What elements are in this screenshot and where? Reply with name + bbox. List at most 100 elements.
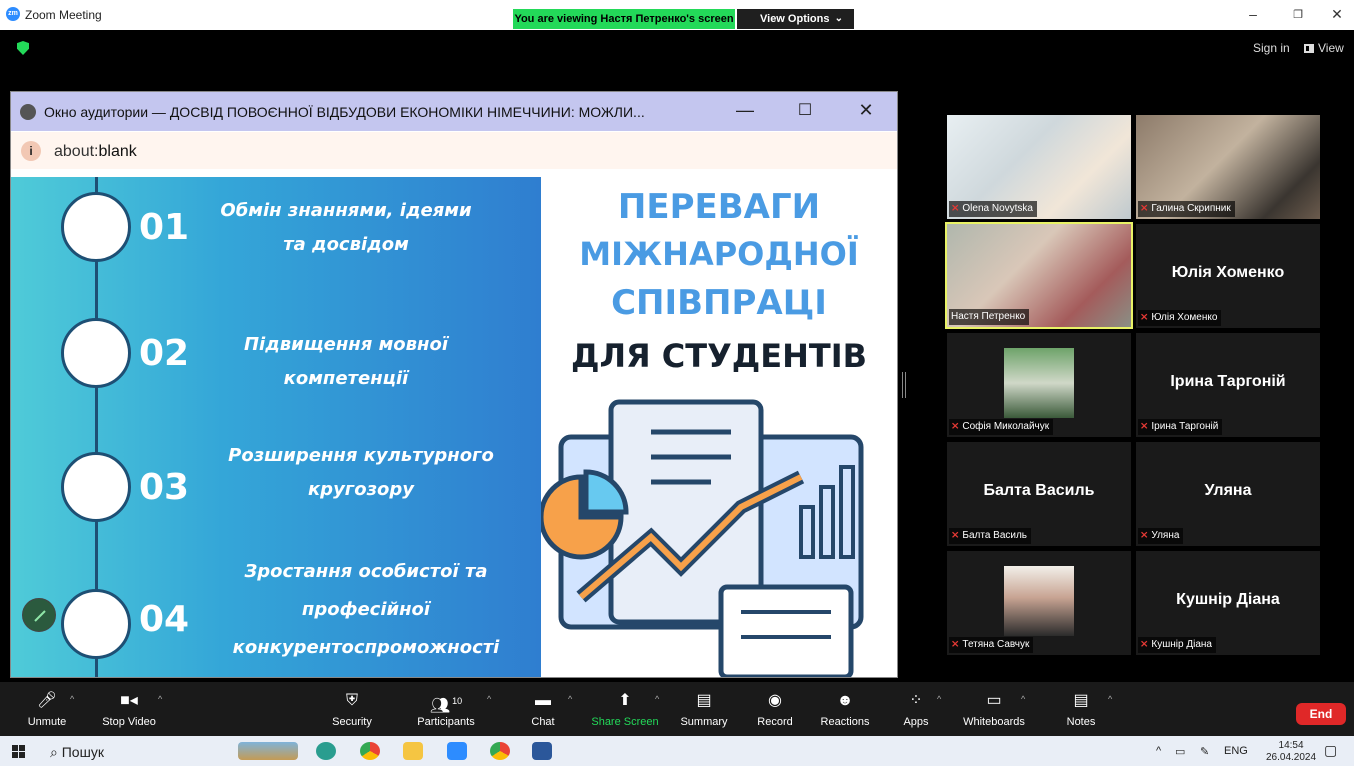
item-line: Підвищення мовної <box>243 334 449 355</box>
search-label: Пошук <box>61 744 104 760</box>
encryption-shield-icon[interactable] <box>17 41 29 55</box>
chevron-up-icon[interactable]: ^ <box>1021 694 1025 704</box>
muted-mic-icon: ⨯ <box>1140 312 1149 323</box>
edge-browser-icon[interactable] <box>316 742 336 760</box>
stop-video-label: Stop Video <box>102 716 156 728</box>
participant-avatar-photo <box>1004 566 1074 636</box>
participant-name-large: Юлія Хоменко <box>1171 264 1285 281</box>
chevron-up-icon[interactable]: ^ <box>568 694 572 704</box>
taskbar-search[interactable]: ⌕ Пошук <box>50 744 104 761</box>
restore-icon[interactable]: ❐ <box>1288 8 1308 21</box>
pen-tray-icon[interactable]: ✎ <box>1200 745 1209 758</box>
participant-name: Настя Петренко <box>951 311 1026 322</box>
unmute-button[interactable]: 🎤︎ Unmute <box>22 682 72 736</box>
share-screen-button[interactable]: ⬆ Share Screen <box>591 682 659 736</box>
whiteboards-button[interactable]: ▭ Whiteboards <box>960 682 1028 736</box>
unmute-label: Unmute <box>27 716 67 728</box>
chevron-up-icon[interactable]: ^ <box>487 694 491 704</box>
record-button[interactable]: ◉ Record <box>755 682 795 736</box>
shared-close-icon: ✕ <box>858 100 874 120</box>
chevron-up-icon[interactable]: ^ <box>937 694 941 704</box>
muted-mic-icon: ⨯ <box>951 639 960 650</box>
participant-name: Тетяна Савчук <box>962 639 1030 650</box>
participant-name: Ірина Таргоній <box>1151 421 1219 432</box>
participant-label: ⨯ Уляна <box>1138 528 1184 544</box>
notes-button[interactable]: ▤ Notes <box>1064 682 1098 736</box>
muted-mic-icon: ⨯ <box>951 530 960 541</box>
timeline-circle <box>61 318 131 388</box>
view-label: View <box>1318 41 1344 55</box>
chevron-up-icon[interactable]: ^ <box>1108 694 1112 704</box>
address-bar: i about:blank <box>11 132 897 169</box>
end-meeting-button[interactable]: End <box>1296 703 1346 725</box>
chevron-up-icon[interactable]: ^ <box>655 694 659 704</box>
zoom-logo-icon: zm <box>6 7 20 21</box>
view-grid-icon <box>1304 44 1314 53</box>
participant-tile[interactable]: Юлія Хоменко ⨯ Юлія Хоменко <box>1136 224 1320 328</box>
zoom-taskbar-icon[interactable] <box>447 742 467 760</box>
view-options-label: View Options <box>760 13 830 25</box>
zoom-title-bar: zm Zoom Meeting You are viewing Настя Пе… <box>0 0 1354 30</box>
shared-window-titlebar: Окно аудитории — ДОСВІД ПОВОЄННОЇ ВІДБУД… <box>11 92 897 131</box>
taskbar-clock[interactable]: 14:54 26.04.2024 <box>1266 740 1316 764</box>
chrome-icon[interactable] <box>490 742 510 760</box>
chat-bubble-icon: ▬ <box>535 692 551 709</box>
close-icon[interactable]: ✕ <box>1327 6 1347 23</box>
participant-name: Галина Скрипник <box>1151 203 1231 214</box>
apps-icon: ⁘ <box>909 692 923 709</box>
participant-tile[interactable]: ⨯ Галина Скрипник <box>1136 115 1320 219</box>
participant-tile[interactable]: ⨯ Софія Миколайчук <box>947 333 1131 437</box>
heading-line-1: ПЕРЕВАГИ <box>617 187 821 227</box>
panel-splitter-handle[interactable] <box>902 372 906 398</box>
chevron-up-icon[interactable]: ^ <box>70 694 74 704</box>
notifications-icon[interactable]: ▢ <box>1324 742 1337 759</box>
participant-name: Софія Миколайчук <box>962 421 1050 432</box>
security-button[interactable]: ⛨ Security <box>328 682 376 736</box>
chevron-up-icon[interactable]: ^ <box>158 694 162 704</box>
item-number: 02 <box>139 333 190 374</box>
item-line: конкурентоспроможності <box>232 637 500 658</box>
participant-tile[interactable]: ⨯ Тетяна Савчук <box>947 551 1131 655</box>
summary-button[interactable]: ▤ Summary <box>678 682 730 736</box>
participants-icon: 👥︎ 10 <box>429 696 463 715</box>
participant-tile[interactable]: Балта Василь ⨯ Балта Василь <box>947 442 1131 546</box>
participant-tile[interactable]: ⨯ Olena Novytska <box>947 115 1131 219</box>
participant-tile[interactable]: Уляна ⨯ Уляна <box>1136 442 1320 546</box>
participant-tile-active-speaker[interactable]: Настя Петренко <box>945 222 1133 329</box>
apps-button[interactable]: ⁘ Apps <box>902 682 930 736</box>
shared-screen-window: Окно аудитории — ДОСВІД ПОВОЄННОЇ ВІДБУД… <box>10 91 898 678</box>
item-text: Зростання особистої та професійної конку… <box>216 553 516 667</box>
network-icon[interactable]: ▭ <box>1175 745 1185 758</box>
windows-start-icon[interactable] <box>12 745 25 758</box>
whiteboards-label: Whiteboards <box>963 716 1025 728</box>
chrome-icon[interactable] <box>360 742 380 760</box>
shared-window-title: Окно аудитории — ДОСВІД ПОВОЄННОЇ ВІДБУД… <box>44 104 645 120</box>
view-options-button[interactable]: View Options ⌄ <box>737 9 854 29</box>
report-chart-illustration <box>541 397 897 677</box>
address-prefix: about: <box>54 143 99 160</box>
participant-name: Балта Василь <box>962 530 1028 541</box>
participant-label: ⨯ Тетяна Савчук <box>949 637 1034 653</box>
file-explorer-icon[interactable] <box>403 742 423 760</box>
participant-name-large: Уляна <box>1204 482 1252 499</box>
participant-label: ⨯ Юлія Хоменко <box>1138 310 1222 326</box>
participant-tile[interactable]: Кушнір Діана ⨯ Кушнір Діана <box>1136 551 1320 655</box>
item-text: Обмін знаннями, ідеями та досвідом <box>211 194 481 262</box>
search-icon: ⌕ <box>50 744 62 760</box>
language-indicator[interactable]: ENG <box>1224 745 1248 757</box>
annotate-pen-button[interactable] <box>22 598 56 632</box>
participants-button[interactable]: 👥︎ 10 Participants <box>412 682 480 736</box>
view-button[interactable]: View <box>1304 41 1344 55</box>
chat-button[interactable]: ▬ Chat <box>526 682 560 736</box>
tray-chevron-up-icon[interactable]: ^ <box>1156 745 1161 757</box>
widgets-icon[interactable] <box>238 742 298 760</box>
reactions-button[interactable]: ☻ Reactions <box>818 682 872 736</box>
share-screen-label: Share Screen <box>591 716 659 728</box>
heading-line-3: СПІВПРАЦІ <box>611 283 827 323</box>
viewing-banner: You are viewing Настя Петренко's screen <box>513 9 735 29</box>
minimize-icon[interactable]: – <box>1243 6 1263 22</box>
sign-in-button[interactable]: Sign in <box>1253 41 1290 55</box>
participant-tile[interactable]: Ірина Таргоній ⨯ Ірина Таргоній <box>1136 333 1320 437</box>
word-icon[interactable] <box>532 742 552 760</box>
stop-video-button[interactable]: ■◂ Stop Video <box>98 682 160 736</box>
